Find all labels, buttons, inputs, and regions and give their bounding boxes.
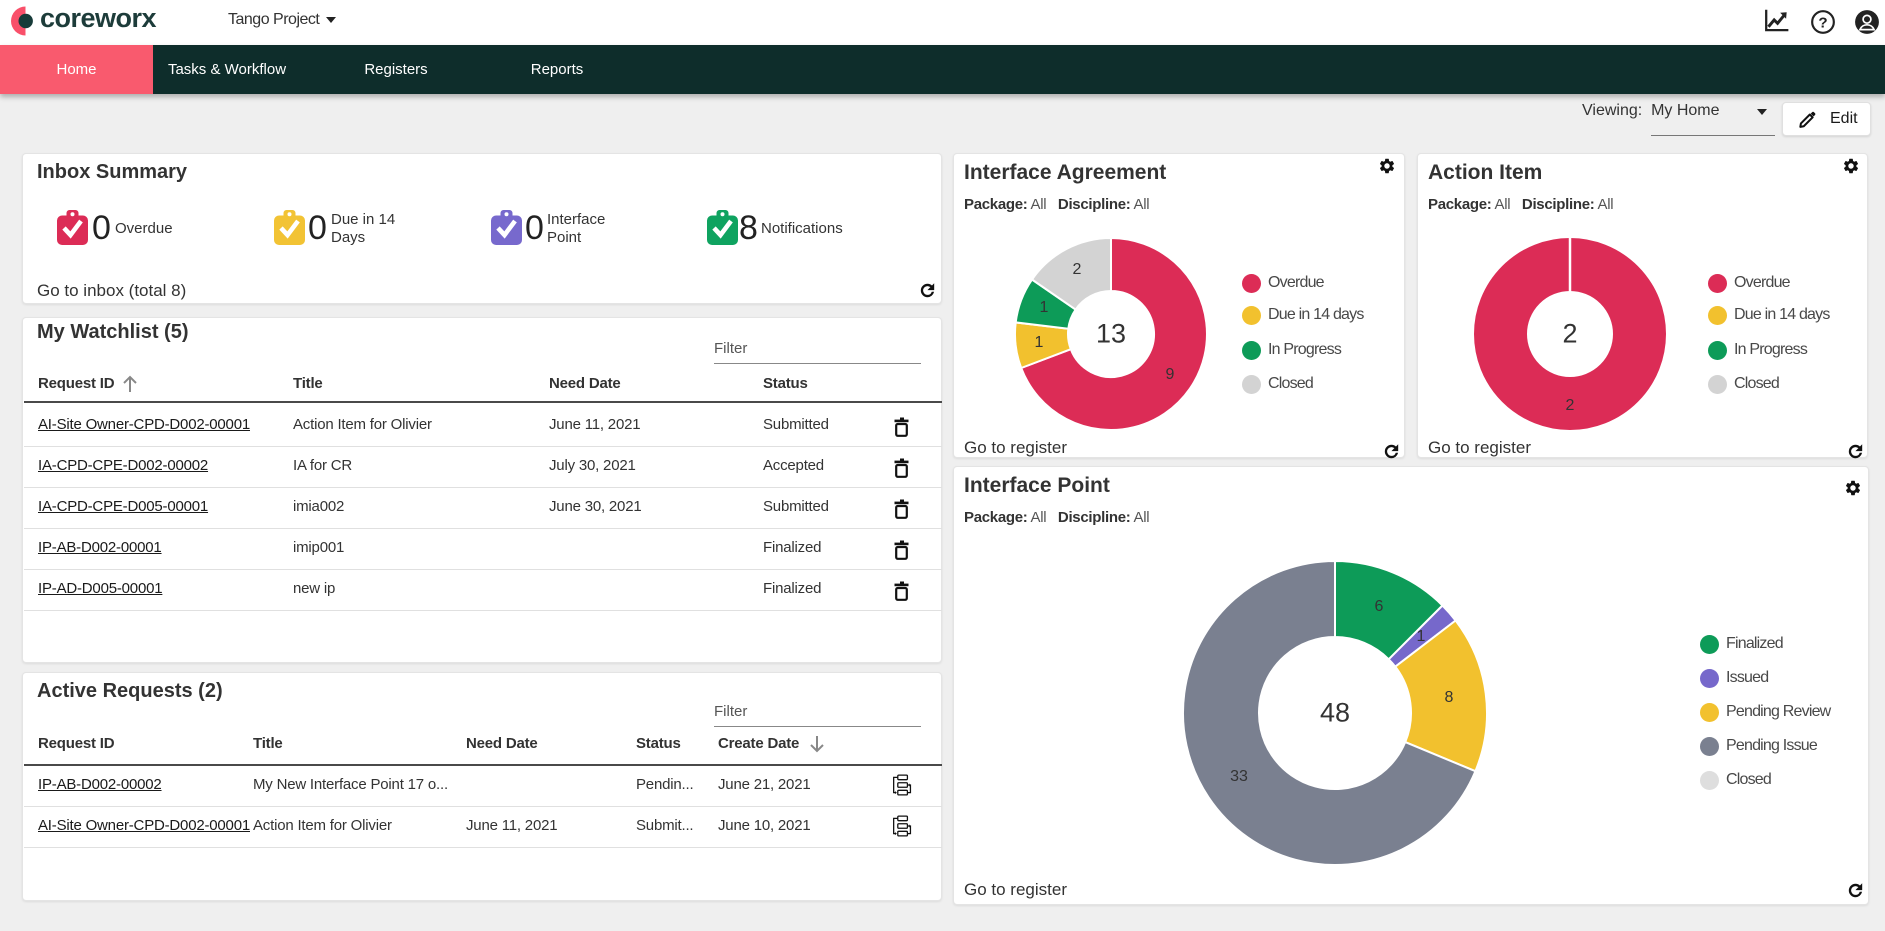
svg-text:?: ? [1818, 14, 1827, 31]
